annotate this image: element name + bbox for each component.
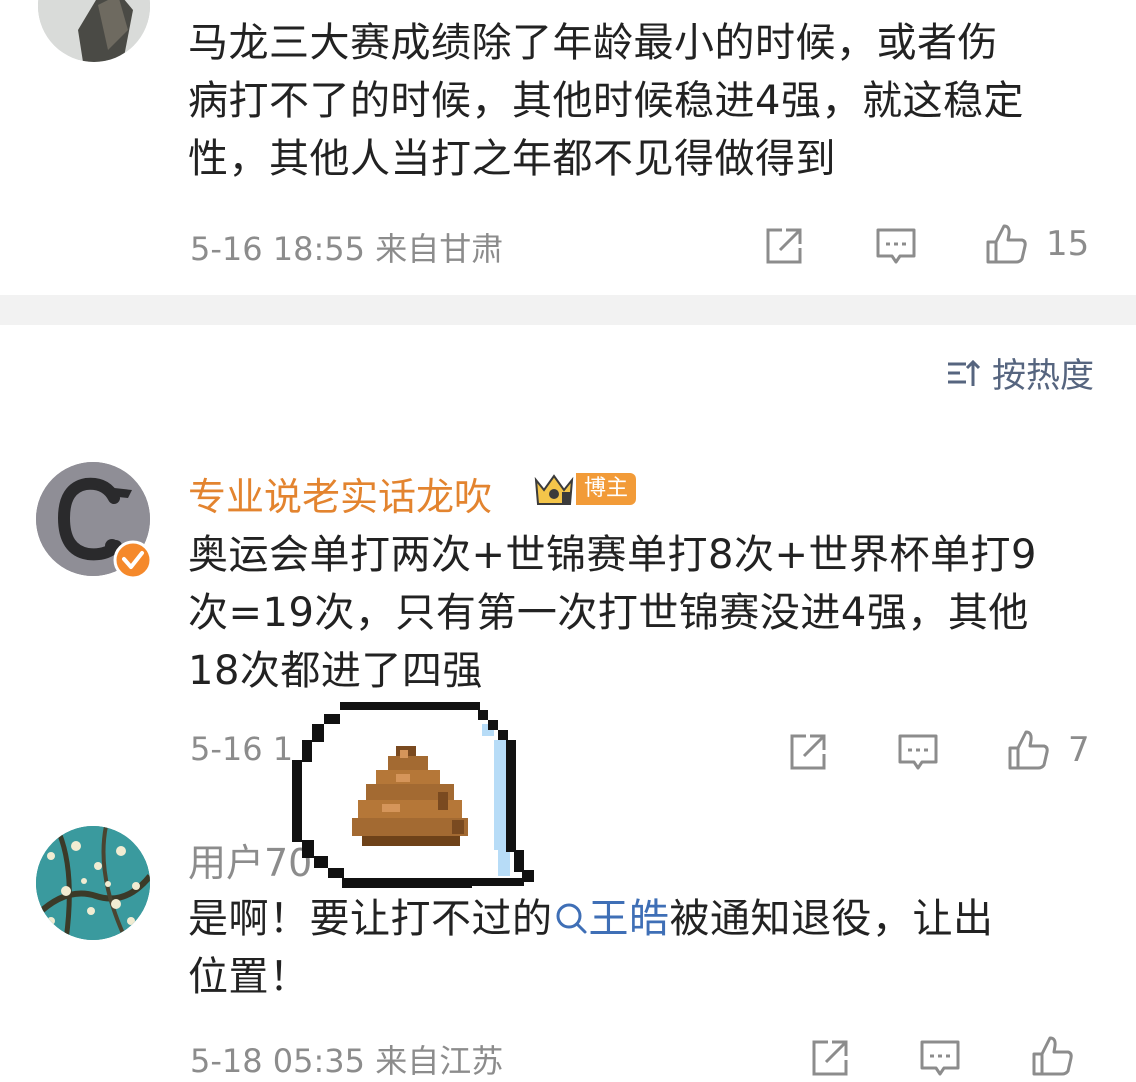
poop-sticker	[288, 700, 546, 896]
sort-label: 按热度	[992, 356, 1094, 396]
commenter-2-name[interactable]: 专业说老实话龙吹	[188, 466, 492, 521]
share-icon[interactable]	[786, 730, 830, 774]
avatar-commenter-3[interactable]	[36, 826, 150, 940]
comment-3-text-before: 是啊！要让打不过的	[188, 896, 553, 942]
share-icon[interactable]	[762, 224, 806, 268]
mention-name: 王皓	[588, 896, 670, 942]
comment-3-line-1: 是啊！要让打不过的 王皓被通知退役，让出	[188, 890, 1108, 948]
comment-2-meta: 5-16 1	[190, 730, 293, 768]
comment-2-line-1: 奥运会单打两次+世锦赛单打8次+世界杯单打9	[188, 532, 1037, 578]
verified-icon	[113, 540, 153, 580]
comment-1-meta: 5-16 18:55 来自甘肃	[190, 224, 503, 270]
comment-3-time: 5-18 05:35	[190, 1042, 366, 1080]
comment-3-line-2: 位置！	[188, 954, 310, 1000]
comment-1-line-1: 马龙三大赛成绩除了年龄最小的时候，或者伤	[188, 20, 998, 66]
comment-3-text: 是啊！要让打不过的 王皓被通知退役，让出 位置！	[188, 890, 1108, 1006]
comment-1-time: 5-16 18:55	[190, 230, 366, 268]
like-count: 7	[1068, 730, 1090, 770]
comment-1-location: 来自甘肃	[375, 230, 504, 268]
sort-icon	[946, 356, 981, 390]
like-icon[interactable]	[1030, 1034, 1074, 1078]
comment-1-line-3: 性，其他人当打之年都不见得做得到	[188, 136, 836, 182]
avatar-commenter-1[interactable]	[38, 0, 150, 62]
like-count: 15	[1046, 224, 1090, 264]
mention-link[interactable]: 王皓	[553, 896, 670, 942]
search-mention-icon	[553, 894, 589, 934]
comment-3-location: 来自江苏	[375, 1042, 504, 1080]
comment-3-text-after: 被通知退役，让出	[669, 896, 994, 942]
section-divider	[0, 295, 1136, 325]
like-group-1[interactable]: 15	[984, 222, 1089, 266]
comment-3-meta: 5-18 05:35 来自江苏	[190, 1036, 503, 1082]
comment-2-line-3: 18次都进了四强	[188, 648, 483, 694]
comment-2-text: 奥运会单打两次+世锦赛单打8次+世界杯单打9 次=19次，只有第一次打世锦赛没进…	[188, 526, 1108, 700]
sort-toggle[interactable]: 按热度	[946, 348, 1094, 397]
comment-icon[interactable]	[918, 1036, 962, 1080]
comment-1-line-2: 病打不了的时候，其他时候稳进4强，就这稳定	[188, 78, 1024, 124]
share-icon[interactable]	[808, 1036, 852, 1080]
badge-label: 博主	[576, 473, 637, 505]
blogger-badge: 博主	[532, 470, 637, 508]
crown-icon	[532, 470, 576, 508]
comment-icon[interactable]	[896, 730, 940, 774]
comment-icon[interactable]	[874, 224, 918, 268]
comment-1-text: 马龙三大赛成绩除了年龄最小的时候，或者伤 病打不了的时候，其他时候稳进4强，就这…	[188, 14, 1108, 188]
like-icon[interactable]	[984, 222, 1028, 266]
like-group-2[interactable]: 7	[1006, 728, 1090, 772]
comment-2-line-2: 次=19次，只有第一次打世锦赛没进4强，其他	[188, 590, 1029, 636]
comment-2-time: 5-16 1	[190, 730, 294, 768]
like-icon[interactable]	[1006, 728, 1050, 772]
